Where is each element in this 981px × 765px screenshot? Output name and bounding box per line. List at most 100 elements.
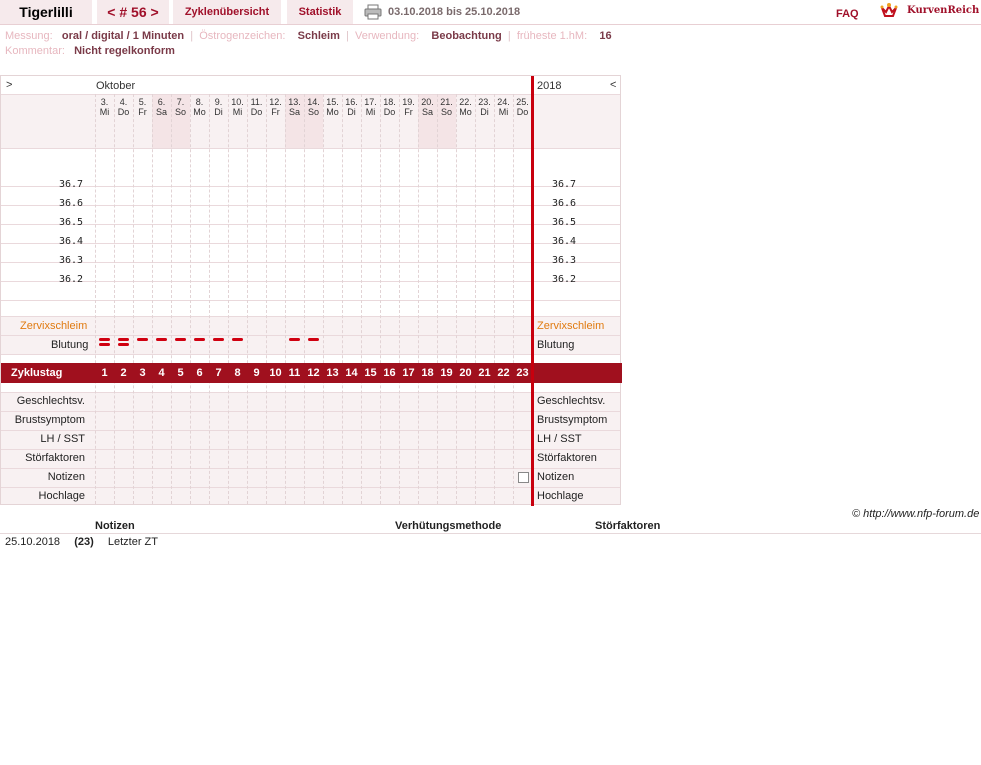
day-date: 9.	[214, 97, 223, 107]
brand-name[interactable]: KurvenReich	[907, 5, 979, 16]
day-weekday: Mo	[326, 107, 339, 117]
temp-label-left: 36.7	[59, 179, 84, 190]
faq-link[interactable]: FAQ	[836, 8, 859, 20]
bleed-mark	[118, 343, 129, 346]
col-notes: Notizen	[95, 520, 135, 532]
day-divider	[228, 94, 229, 504]
temp-label-left: 36.6	[59, 198, 84, 209]
grid-line	[1, 411, 620, 412]
day-divider	[456, 94, 457, 504]
grid-line	[1, 335, 620, 336]
grid-line	[1, 300, 620, 301]
day-divider	[95, 94, 96, 504]
cycle-day-bar: Zyklustag 1 2 3 4 5 6 7 8 9 10 11 12 13 14 15 16 17 18 19 2…	[1, 363, 622, 383]
grid-line	[1, 205, 620, 206]
messung-value: oral / digital / 1 Minuten	[61, 30, 185, 42]
printer-icon[interactable]	[364, 4, 382, 20]
bleed-mark	[175, 338, 186, 341]
day-date: 23.	[478, 97, 491, 107]
day-weekday: Mi	[232, 107, 243, 117]
day-divider	[323, 94, 324, 504]
cycle-day-number: 5	[177, 367, 184, 379]
day-weekday: Do	[117, 107, 130, 117]
day-weekday: Mo	[193, 107, 206, 117]
temp-label-left: 36.2	[59, 274, 84, 285]
day-label: 23. Di	[475, 97, 494, 117]
day-weekday: Do	[516, 107, 529, 117]
zervix-label-right: Zervixschleim	[537, 320, 605, 332]
bleed-mark	[99, 343, 110, 346]
hm-value: 16	[599, 30, 612, 42]
grid-line	[1, 94, 620, 95]
day-date: 13.	[288, 97, 301, 107]
year-label: 2018	[537, 80, 562, 92]
cycle-day-number: 22	[497, 367, 510, 379]
day-weekday: Do	[383, 107, 396, 117]
row-label-right: Hochlage	[537, 490, 584, 502]
temp-label-left: 36.4	[59, 236, 84, 247]
bleed-mark	[99, 338, 110, 341]
day-label: 20. Sa	[418, 97, 437, 117]
bleed-mark	[118, 338, 129, 341]
day-divider	[266, 94, 267, 504]
day-divider	[171, 94, 172, 504]
row-label-left: Geschlechtsv.	[16, 395, 85, 407]
day-weekday: Fr	[138, 107, 147, 117]
row-label-left: LH / SST	[40, 433, 85, 445]
day-label: 21. So	[437, 97, 456, 117]
day-date: 5.	[138, 97, 147, 107]
cycle-day-number: 4	[158, 367, 165, 379]
temp-label-right: 36.3	[552, 255, 577, 266]
day-divider	[152, 94, 153, 504]
day-divider	[418, 94, 419, 504]
note-icon[interactable]	[518, 472, 529, 483]
day-divider	[190, 94, 191, 504]
temp-label-right: 36.4	[552, 236, 577, 247]
cycle-day-number: 15	[364, 367, 377, 379]
day-date: 4.	[119, 97, 128, 107]
cycle-chart: > < Oktober 2018 Zervixschleim Zervixsch…	[0, 75, 622, 506]
cycle-day-number: 3	[139, 367, 146, 379]
row-label-right: LH / SST	[537, 433, 582, 445]
day-weekday: So	[440, 107, 452, 117]
oestrogen-value: Schleim	[297, 30, 340, 42]
tab-cycle-overview[interactable]: Zyklenübersicht	[173, 0, 281, 24]
day-label: 24. Mi	[494, 97, 513, 117]
day-divider	[114, 94, 115, 504]
grid-line	[1, 487, 620, 488]
grid-line	[1, 468, 620, 469]
day-weekday: Fr	[271, 107, 280, 117]
note-text: Letzter ZT	[107, 536, 158, 548]
cycle-navigator[interactable]: < # 56 >	[97, 0, 169, 24]
comment-info: Kommentar: Nicht regelkonform	[5, 45, 175, 57]
day-divider	[361, 94, 362, 504]
day-date: 7.	[176, 97, 185, 107]
day-weekday: Sa	[421, 107, 433, 117]
day-date: 15.	[326, 97, 339, 107]
day-label: 15. Mo	[323, 97, 342, 117]
tab-statistics[interactable]: Statistik	[287, 0, 353, 24]
temp-label-left: 36.3	[59, 255, 84, 266]
day-label: 8. Mo	[190, 97, 209, 117]
temp-label-right: 36.6	[552, 198, 577, 209]
nav-next-button[interactable]: <	[610, 79, 616, 91]
nav-prev-button[interactable]: >	[6, 79, 12, 91]
month-label: Oktober	[96, 80, 136, 92]
day-label: 16. Di	[342, 97, 361, 117]
day-date: 6.	[157, 97, 166, 107]
cycle-day-number: 19	[440, 367, 453, 379]
grid-line	[1, 262, 620, 263]
note-row: 25.10.2018 (23) Letzter ZT	[5, 536, 158, 548]
day-label: 4. Do	[114, 97, 133, 117]
col-method: Verhütungsmethode	[395, 520, 502, 532]
cycle-day-number: 6	[196, 367, 203, 379]
grid-line	[1, 281, 620, 282]
cycle-day-number: 20	[459, 367, 472, 379]
grid-line	[1, 148, 620, 149]
day-date: 25.	[516, 97, 529, 107]
row-label-right: Störfaktoren	[537, 452, 597, 464]
cycle-day-number: 2	[120, 367, 127, 379]
day-divider	[247, 94, 248, 504]
grid-line	[1, 354, 620, 355]
verwendung-label: Verwendung:	[354, 30, 420, 42]
